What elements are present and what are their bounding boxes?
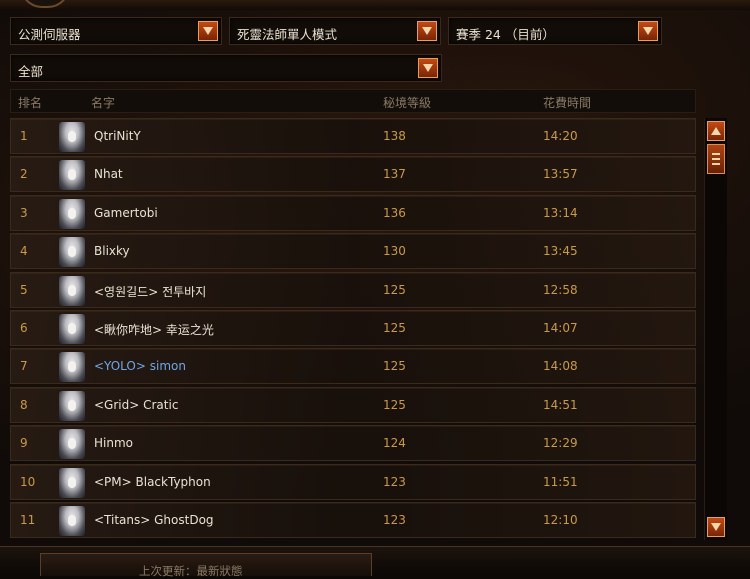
chevron-down-icon[interactable] [417, 21, 437, 41]
table-row[interactable]: 1 QtriNitY 138 14:20 [10, 118, 696, 154]
player-name[interactable]: Blixky [94, 244, 130, 258]
table-row[interactable]: 11 <Titans> GhostDog 123 12:10 [10, 502, 696, 538]
necromancer-portrait-icon [59, 237, 85, 268]
column-header-time: 花費時間 [543, 96, 592, 110]
column-header-name: 名字 [91, 96, 116, 110]
column-header-level: 秘境等級 [383, 96, 432, 110]
rank-cell: 1 [20, 129, 28, 143]
necromancer-portrait-icon [59, 467, 85, 498]
time-cell: 14:07 [543, 321, 578, 335]
rift-level-cell: 124 [383, 436, 406, 451]
player-name[interactable]: <瞅你咋地> 幸运之光 [94, 321, 214, 338]
time-cell: 12:10 [543, 513, 578, 527]
necromancer-portrait-icon [59, 122, 85, 152]
necromancer-portrait-icon [59, 198, 85, 229]
necromancer-portrait-icon [59, 506, 85, 536]
player-name[interactable]: Hinmo [94, 436, 133, 450]
player-name[interactable]: <영원길드> 전투바지 [94, 283, 206, 300]
frame-ornament [20, 0, 70, 8]
player-name[interactable]: <Grid> Cratic [94, 398, 178, 412]
column-header-rank: 排名 [18, 96, 43, 110]
player-name[interactable]: <Titans> GhostDog [94, 513, 214, 527]
class-mode-dropdown-label: 死靈法師單人模式 [237, 27, 338, 42]
table-row[interactable]: 4 Blixky 130 13:45 [10, 233, 696, 270]
chevron-down-icon[interactable] [198, 21, 218, 41]
category-dropdown[interactable]: 全部 [10, 54, 442, 82]
time-cell: 14:20 [543, 129, 578, 143]
rift-level-cell: 137 [383, 167, 406, 182]
rank-cell: 3 [20, 205, 28, 220]
table-row[interactable]: 10 <PM> BlackTyphon 123 11:51 [10, 463, 696, 500]
time-cell: 12:58 [543, 282, 578, 297]
player-name[interactable]: Gamertobi [94, 206, 158, 220]
necromancer-portrait-icon [59, 314, 85, 344]
time-cell: 11:51 [543, 474, 578, 489]
rift-level-cell: 123 [383, 474, 406, 489]
arrow-down-icon[interactable] [707, 517, 725, 537]
necromancer-portrait-icon [59, 275, 85, 306]
arrow-up-icon[interactable] [707, 121, 725, 141]
table-row[interactable]: 2 Nhat 137 13:57 [10, 156, 696, 193]
table-row[interactable]: 6 <瞅你咋地> 幸运之光 125 14:07 [10, 310, 696, 346]
rank-cell: 11 [20, 513, 36, 527]
rank-cell: 2 [20, 167, 28, 182]
table-header: 排名 名字 秘境等級 花費時間 [10, 89, 696, 113]
season-dropdown-label: 賽季 24 （目前） [456, 27, 555, 42]
player-name[interactable]: <PM> BlackTyphon [94, 475, 211, 489]
rift-level-cell: 125 [383, 282, 406, 297]
server-dropdown[interactable]: 公測伺服器 [10, 17, 222, 45]
time-cell: 13:45 [543, 244, 578, 259]
necromancer-portrait-icon [59, 390, 85, 421]
class-mode-dropdown[interactable]: 死靈法師單人模式 [229, 17, 441, 45]
rank-cell: 8 [20, 397, 28, 412]
time-cell: 13:14 [543, 205, 578, 220]
player-name[interactable]: Nhat [94, 167, 123, 181]
table-row[interactable]: 9 Hinmo 124 12:29 [10, 425, 696, 462]
scrollbar[interactable] [704, 118, 727, 540]
scrollbar-thumb[interactable] [707, 144, 725, 174]
rift-level-cell: 125 [383, 397, 406, 412]
table-row[interactable]: 5 <영원길드> 전투바지 125 12:58 [10, 271, 696, 308]
time-cell: 14:08 [543, 359, 578, 374]
last-updated-text: 上次更新：最新狀態 [139, 564, 243, 578]
category-dropdown-label: 全部 [18, 64, 44, 79]
rank-cell: 5 [20, 282, 28, 297]
rift-level-cell: 136 [383, 205, 406, 220]
time-cell: 13:57 [543, 167, 578, 182]
necromancer-portrait-icon [59, 352, 85, 383]
rank-cell: 4 [20, 244, 28, 259]
season-dropdown[interactable]: 賽季 24 （目前） [448, 17, 662, 45]
server-dropdown-label: 公測伺服器 [18, 27, 81, 42]
leaderboard-table: 1 QtriNitY 138 14:20 2 Nhat 137 13:57 3 Gamertobi… [10, 118, 696, 540]
rift-level-cell: 138 [383, 129, 406, 143]
table-row[interactable]: 3 Gamertobi 136 13:14 [10, 194, 696, 231]
rank-cell: 9 [20, 436, 28, 451]
rift-level-cell: 130 [383, 244, 406, 259]
table-row[interactable]: 8 <Grid> Cratic 125 14:51 [10, 386, 696, 423]
table-row[interactable]: 7 <YOLO> simon 125 14:08 [10, 348, 696, 385]
necromancer-portrait-icon [59, 429, 85, 460]
rift-level-cell: 125 [383, 321, 406, 335]
last-updated-plate: 上次更新：最新狀態 [40, 553, 372, 578]
bottom-frame: 上次更新：最新狀態 [0, 546, 750, 578]
rank-cell: 6 [20, 321, 28, 335]
time-cell: 12:29 [543, 436, 578, 451]
rift-level-cell: 125 [383, 359, 406, 374]
chevron-down-icon[interactable] [638, 21, 658, 41]
player-name[interactable]: <YOLO> simon [94, 359, 186, 373]
rank-cell: 10 [20, 474, 36, 489]
player-name[interactable]: QtriNitY [94, 129, 141, 143]
necromancer-portrait-icon [59, 160, 85, 191]
chevron-down-icon[interactable] [418, 58, 438, 78]
time-cell: 14:51 [543, 397, 578, 412]
rank-cell: 7 [20, 359, 28, 374]
rift-level-cell: 123 [383, 513, 406, 527]
